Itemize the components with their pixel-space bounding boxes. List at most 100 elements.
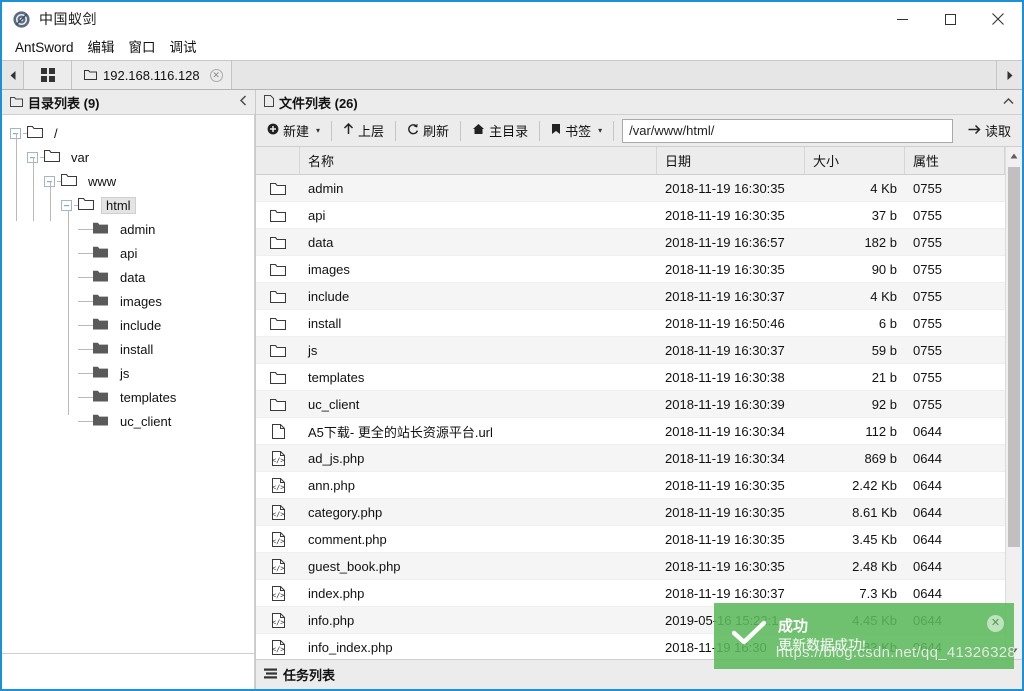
path-input[interactable] bbox=[622, 118, 953, 143]
tree-node-html[interactable]: – html bbox=[2, 193, 254, 217]
table-row[interactable]: js 2018-11-19 16:30:37 59 b 0755 bbox=[256, 337, 1022, 364]
collapse-left-icon[interactable] bbox=[239, 95, 247, 109]
tree-node-include[interactable]: include bbox=[2, 313, 254, 337]
folder-solid-icon bbox=[93, 246, 108, 261]
table-row[interactable]: </> guest_book.php 2018-11-19 16:30:35 2.48… bbox=[256, 553, 1022, 580]
tree-node-data[interactable]: data bbox=[2, 265, 254, 289]
menu-bar: AntSword 编辑 窗口 调试 bbox=[2, 36, 1022, 60]
tree-node-label: include bbox=[120, 317, 162, 333]
check-icon bbox=[731, 620, 767, 652]
table-row[interactable]: install 2018-11-19 16:50:46 6 b 0755 bbox=[256, 310, 1022, 337]
directory-panel-header: 目录列表 (9) bbox=[2, 90, 255, 115]
folder-outline-icon bbox=[256, 398, 300, 411]
row-name: templates bbox=[308, 369, 365, 385]
maximize-button[interactable] bbox=[926, 2, 974, 36]
folder-outline-icon bbox=[256, 182, 300, 195]
table-row[interactable]: </> ann.php 2018-11-19 16:30:35 2.42 Kb 0644 bbox=[256, 472, 1022, 499]
menu-window[interactable]: 窗口 bbox=[122, 36, 163, 59]
new-button[interactable]: 新建 ▾ bbox=[258, 116, 329, 146]
row-name: js bbox=[308, 342, 318, 358]
tab-grid-button[interactable] bbox=[24, 61, 72, 89]
tab-192-168-116-128[interactable]: 192.168.116.128 ✕ bbox=[72, 61, 232, 89]
chevron-down-icon[interactable]: ▾ bbox=[316, 126, 320, 135]
bookmark-icon bbox=[551, 123, 561, 138]
tree-node-api[interactable]: api bbox=[2, 241, 254, 265]
table-row[interactable]: </> ad_js.php 2018-11-19 16:30:34 869 b 0644 bbox=[256, 445, 1022, 472]
up-button[interactable]: 上层 bbox=[334, 116, 393, 146]
tree-connector-line bbox=[33, 157, 34, 221]
table-row[interactable]: images 2018-11-19 16:30:35 90 b 0755 bbox=[256, 256, 1022, 283]
directory-tree[interactable]: –/–var–www – html admin api data images include… bbox=[2, 115, 255, 653]
table-row[interactable]: include 2018-11-19 16:30:37 4 Kb 0755 bbox=[256, 283, 1022, 310]
row-date: 2018-11-19 16:30:39 bbox=[665, 396, 785, 412]
up-button-label: 上层 bbox=[358, 124, 385, 139]
tree-connector bbox=[78, 276, 93, 278]
tree-node-js[interactable]: js bbox=[2, 361, 254, 385]
row-name: category.php bbox=[308, 504, 383, 520]
file-list-scrollbar[interactable] bbox=[1005, 147, 1022, 659]
menu-antsword[interactable]: AntSword bbox=[8, 36, 81, 59]
collapse-right-icon[interactable] bbox=[1003, 96, 1014, 108]
refresh-button[interactable]: 刷新 bbox=[398, 116, 458, 146]
tree-node-label: uc_client bbox=[120, 413, 172, 429]
main-body: 目录列表 (9) –/–var–www – html admin api data imag… bbox=[2, 90, 1022, 689]
task-list-label: 任务列表 bbox=[283, 668, 336, 683]
table-row[interactable]: A5下载- 更全的站长资源平台.url 2018-11-19 16:30:34 11… bbox=[256, 418, 1022, 445]
toast-message: 更新数据成功! bbox=[778, 637, 866, 653]
column-header-name[interactable]: 名称 bbox=[300, 147, 657, 174]
table-row[interactable]: uc_client 2018-11-19 16:30:39 92 b 0755 bbox=[256, 391, 1022, 418]
tree-node-images[interactable]: images bbox=[2, 289, 254, 313]
table-row[interactable]: </> category.php 2018-11-19 16:30:35 8.61 K… bbox=[256, 499, 1022, 526]
tree-node-label: templates bbox=[120, 389, 177, 405]
row-size: 8.61 Kb bbox=[852, 504, 897, 520]
row-name: index.php bbox=[308, 585, 365, 601]
table-row[interactable]: data 2018-11-19 16:36:57 182 b 0755 bbox=[256, 229, 1022, 256]
tree-node-install[interactable]: install bbox=[2, 337, 254, 361]
tree-node-www[interactable]: –www bbox=[2, 169, 254, 193]
home-button[interactable]: 主目录 bbox=[463, 116, 537, 146]
tab-close-icon[interactable]: ✕ bbox=[209, 68, 223, 82]
row-size: 90 b bbox=[871, 261, 897, 277]
column-header-icon[interactable] bbox=[256, 147, 300, 174]
column-header-size[interactable]: 大小 bbox=[805, 147, 905, 174]
scrollbar-thumb[interactable] bbox=[1008, 167, 1020, 547]
scroll-up-icon[interactable] bbox=[1006, 147, 1022, 164]
home-icon bbox=[472, 123, 485, 138]
menu-debug[interactable]: 调试 bbox=[163, 36, 204, 59]
row-date: 2018-11-19 16:30:37 bbox=[665, 585, 785, 601]
row-date: 2018-11-19 16:30:34 bbox=[665, 450, 785, 466]
file-code-icon: </> bbox=[256, 477, 300, 493]
tab-scroll-left-icon[interactable] bbox=[2, 61, 24, 89]
file-table-body[interactable]: admin 2018-11-19 16:30:35 4 Kb 0755 api 2018-… bbox=[256, 175, 1022, 659]
read-button[interactable]: 读取 bbox=[959, 116, 1020, 146]
toast-close-icon[interactable]: ✕ bbox=[987, 615, 1004, 632]
table-row[interactable]: admin 2018-11-19 16:30:35 4 Kb 0755 bbox=[256, 175, 1022, 202]
tree-node-admin[interactable]: admin bbox=[2, 217, 254, 241]
row-attr: 0644 bbox=[913, 504, 942, 520]
success-toast[interactable]: 成功 更新数据成功! ✕ bbox=[714, 603, 1014, 669]
menu-edit[interactable]: 编辑 bbox=[81, 36, 122, 59]
column-header-date[interactable]: 日期 bbox=[657, 147, 805, 174]
table-row[interactable]: api 2018-11-19 16:30:35 37 b 0755 bbox=[256, 202, 1022, 229]
row-attr: 0644 bbox=[913, 585, 942, 601]
tree-node-uc_client[interactable]: uc_client bbox=[2, 409, 254, 433]
tab-scroll-right-icon[interactable] bbox=[996, 61, 1022, 89]
tree-connector bbox=[78, 420, 93, 422]
close-button[interactable] bbox=[974, 2, 1022, 36]
row-name: info_index.php bbox=[308, 639, 393, 655]
svg-text:</>: </> bbox=[272, 564, 285, 572]
tree-node-var[interactable]: –var bbox=[2, 145, 254, 169]
table-row[interactable]: templates 2018-11-19 16:30:38 21 b 0755 bbox=[256, 364, 1022, 391]
folder-solid-icon bbox=[93, 390, 108, 405]
bookmark-button[interactable]: 书签 ▾ bbox=[542, 116, 611, 146]
row-size: 21 b bbox=[871, 369, 897, 385]
minimize-button[interactable] bbox=[878, 2, 926, 36]
file-pane: 文件列表 (26) 新建 ▾ 上层 刷新 主目录 书签 ▾ /var/www/h… bbox=[256, 90, 1022, 689]
tree-node-templates[interactable]: templates bbox=[2, 385, 254, 409]
tree-collapse-toggle[interactable]: – bbox=[61, 199, 72, 211]
tree-node-[interactable]: –/ bbox=[2, 121, 254, 145]
column-header-attr[interactable]: 属性 bbox=[905, 147, 1005, 174]
chevron-down-icon[interactable]: ▾ bbox=[598, 126, 602, 135]
table-row[interactable]: </> comment.php 2018-11-19 16:30:35 3.45 Kb… bbox=[256, 526, 1022, 553]
tree-node-label: install bbox=[120, 341, 154, 357]
